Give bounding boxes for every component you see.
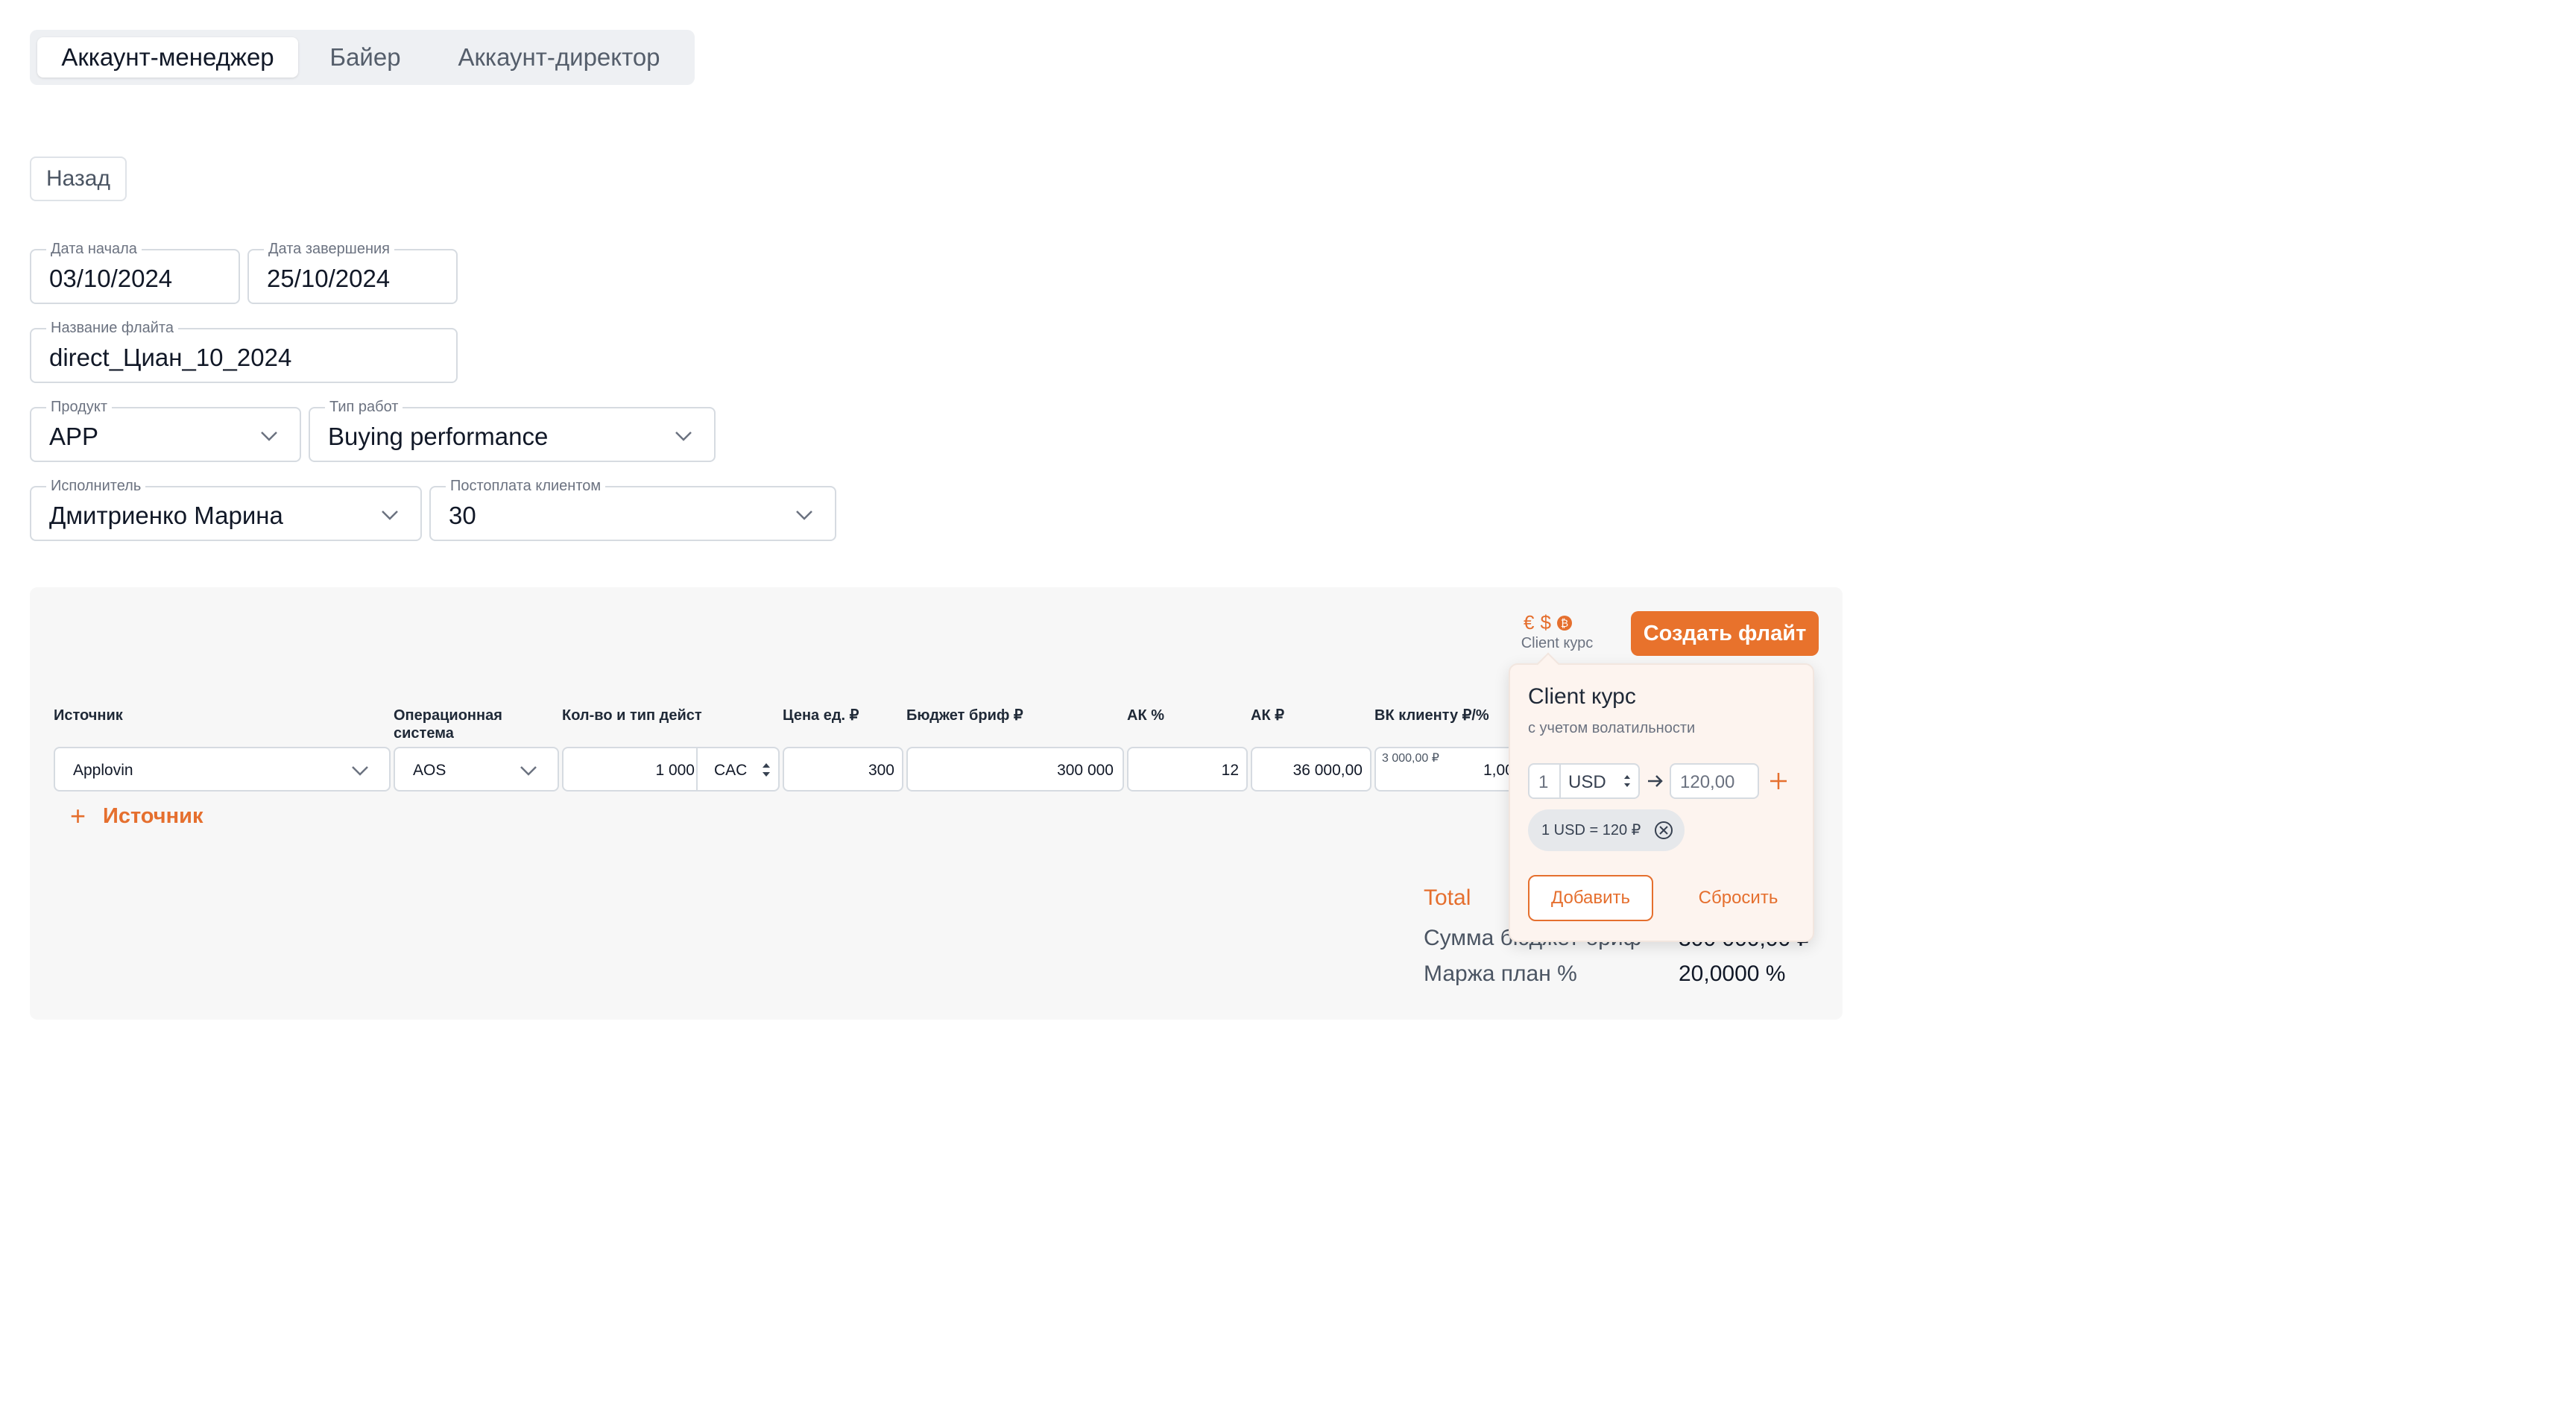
action-type-value[interactable]: CAC — [714, 762, 747, 780]
qty-divider — [696, 748, 698, 790]
close-circle-icon[interactable] — [1653, 820, 1674, 841]
source-select[interactable]: Applovin — [54, 747, 391, 792]
ak-rub-input[interactable]: 36 000,00 — [1251, 747, 1371, 792]
ak-rub-value: 36 000,00 — [1292, 762, 1363, 779]
rate-value-input[interactable]: 120,00 — [1670, 763, 1759, 799]
bitcoin-icon: ₿ — [1556, 616, 1572, 631]
ak-pct-value: 12 — [1221, 762, 1239, 779]
postpay-value: 30 — [449, 502, 476, 529]
add-rate-button[interactable]: Добавить — [1528, 875, 1653, 921]
arrow-right-icon — [1648, 775, 1663, 787]
unit-price-input[interactable]: 300 — [783, 747, 903, 792]
rate-value: 120,00 — [1680, 772, 1735, 792]
start-date-field[interactable]: Дата начала 03/10/2024 — [30, 241, 240, 304]
work-type-label: Тип работ — [325, 399, 403, 415]
end-date-value: 25/10/2024 — [267, 265, 391, 292]
add-source-label: Источник — [103, 804, 203, 828]
chevron-down-icon — [352, 766, 368, 776]
chevron-down-icon — [675, 432, 692, 441]
reset-rate-button[interactable]: Сбросить — [1686, 875, 1790, 921]
plus-icon[interactable] — [1768, 771, 1789, 792]
chevron-down-icon — [261, 432, 277, 441]
margin-label: Маржа план % — [1424, 961, 1577, 986]
qty-input-group: 1 000 CAC — [562, 747, 780, 792]
col-header-vk-client: ВК клиенту ₽/% — [1374, 707, 1489, 724]
product-value: APP — [49, 423, 99, 450]
col-header-os: Операционная система — [394, 707, 502, 742]
tab-account-director[interactable]: Аккаунт-директор — [432, 37, 686, 78]
role-tabs: Аккаунт-менеджер Байер Аккаунт-директор — [30, 30, 695, 85]
rate-chip: 1 USD = 120 ₽ — [1528, 809, 1685, 851]
rate-amount-value[interactable]: 1 — [1538, 773, 1548, 792]
start-date-value: 03/10/2024 — [49, 265, 173, 292]
qty-value[interactable]: 1 000 — [655, 762, 695, 780]
chevron-down-icon — [796, 511, 812, 520]
add-source-button[interactable]: + Источник — [70, 800, 249, 831]
postpay-label: Постоплата клиентом — [446, 478, 606, 494]
col-header-source: Источник — [54, 707, 123, 724]
stepper-arrows-icon[interactable] — [760, 760, 772, 780]
flight-name-field[interactable]: Название флайта direct_Циан_10_2024 — [30, 320, 458, 383]
client-rate-popover: Client курс с учетом волатильности 1 USD… — [1509, 652, 1814, 942]
chevron-down-icon — [520, 766, 537, 776]
flight-name-value: direct_Циан_10_2024 — [49, 344, 292, 371]
unit-price-value: 300 — [868, 762, 894, 779]
col-header-budget: Бюджет бриф ₽ — [906, 707, 1023, 724]
budget-input[interactable]: 300 000 — [906, 747, 1124, 792]
rate-chip-text: 1 USD = 120 ₽ — [1541, 822, 1641, 838]
chevron-down-icon — [382, 511, 398, 520]
flight-name-label: Название флайта — [46, 320, 178, 336]
col-header-qty: Кол-во и тип дейст — [562, 707, 702, 724]
work-type-value: Buying performance — [328, 423, 549, 450]
margin-value: 20,0000 % — [1679, 961, 1786, 986]
plus-icon: + — [70, 800, 86, 831]
currency-rate-toggle[interactable]: € $ ₿ — [1524, 611, 1591, 634]
executor-value: Дмитриенко Марина — [49, 502, 283, 529]
col-header-unit-price: Цена ед. ₽ — [783, 707, 859, 724]
ak-pct-input[interactable]: 12 — [1127, 747, 1248, 792]
os-select[interactable]: AOS — [394, 747, 559, 792]
product-select[interactable]: Продукт APP — [30, 399, 301, 462]
os-value: AOS — [413, 762, 446, 779]
stepper-arrows-icon[interactable] — [1622, 772, 1632, 790]
work-type-select[interactable]: Тип работ Buying performance — [309, 399, 716, 462]
executor-select[interactable]: Исполнитель Дмитриенко Марина — [30, 478, 422, 541]
tab-account-manager[interactable]: Аккаунт-менеджер — [37, 37, 298, 78]
start-date-label: Дата начала — [46, 241, 142, 257]
vk-client-hint: 3 000,00 ₽ — [1382, 752, 1439, 765]
dollar-icon: $ — [1540, 611, 1551, 634]
executor-label: Исполнитель — [46, 478, 146, 494]
popover-title: Client курс — [1528, 684, 1636, 709]
end-date-field[interactable]: Дата завершения 25/10/2024 — [247, 241, 458, 304]
tab-buyer[interactable]: Байер — [313, 37, 417, 78]
col-header-ak-rub: АК ₽ — [1251, 707, 1284, 724]
product-label: Продукт — [46, 399, 112, 415]
vk-client-input[interactable]: 3 000,00 ₽ 1,00 — [1374, 747, 1524, 792]
col-header-ak-pct: АК % — [1127, 707, 1164, 724]
source-value: Applovin — [73, 762, 133, 779]
rate-amount-currency: 1 USD — [1528, 763, 1640, 799]
end-date-label: Дата завершения — [264, 241, 394, 257]
budget-value: 300 000 — [1057, 762, 1114, 779]
rate-divider — [1559, 765, 1561, 797]
postpay-select[interactable]: Постоплата клиентом 30 — [429, 478, 836, 541]
total-title: Total — [1424, 885, 1471, 910]
euro-icon: € — [1524, 611, 1535, 634]
popover-subtitle: с учетом волатильности — [1528, 720, 1696, 736]
create-flight-button[interactable]: Создать флайт — [1631, 611, 1819, 656]
back-button[interactable]: Назад — [30, 157, 127, 201]
client-rate-label: Client курс — [1521, 635, 1594, 651]
rate-currency-value[interactable]: USD — [1568, 773, 1606, 792]
